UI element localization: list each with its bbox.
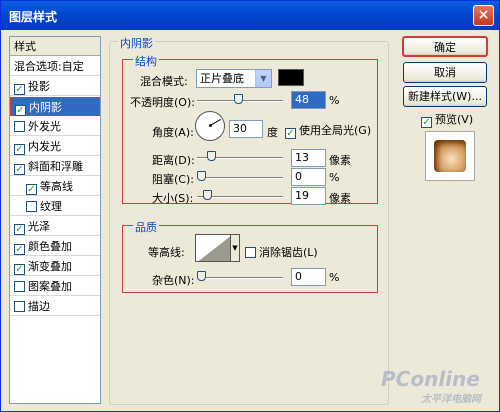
shadow-color-swatch[interactable] xyxy=(278,69,304,86)
noise-input[interactable]: 0 xyxy=(291,268,326,286)
style-item-inner-shadow[interactable]: ✓ 内阴影 xyxy=(10,97,100,116)
preview-label: 预览(V) xyxy=(435,113,474,126)
blend-mode-value: 正片叠底 xyxy=(200,72,244,85)
blend-mode-label: 混合模式: xyxy=(140,75,188,88)
choke-label: 阻塞(C): xyxy=(152,173,194,186)
styles-list: 样式 混合选项:自定 ✓ 投影 ✓ 内阴影 外发光 ✓ 内发光 ✓ 斜面和浮雕 ✓ 等高线… xyxy=(9,36,101,404)
style-item-label: 等高线 xyxy=(40,180,73,193)
angle-unit: 度 xyxy=(267,126,278,139)
ok-button[interactable]: 确定 xyxy=(402,36,488,57)
title-bar[interactable]: 图层样式 × xyxy=(1,1,499,30)
opacity-input[interactable]: 48 xyxy=(291,91,326,109)
checkbox[interactable]: ✓ xyxy=(14,144,25,155)
new-style-button[interactable]: 新建样式(W)... xyxy=(403,86,487,107)
checkbox[interactable] xyxy=(14,281,25,292)
style-item-inner-glow[interactable]: ✓ 内发光 xyxy=(10,137,100,156)
style-item-bevel-emboss[interactable]: ✓ 斜面和浮雕 xyxy=(10,157,100,176)
angle-dial[interactable] xyxy=(195,111,225,141)
size-label: 大小(S): xyxy=(152,192,194,205)
structure-legend: 结构 xyxy=(133,53,159,69)
style-item-stroke[interactable]: 描边 xyxy=(10,297,100,316)
contour-picker[interactable] xyxy=(195,234,231,262)
checkbox[interactable] xyxy=(14,121,25,132)
watermark-subtitle: 太平洋电脑网 xyxy=(421,394,481,405)
style-item-label: 描边 xyxy=(28,300,50,313)
size-input[interactable]: 19 xyxy=(291,187,326,205)
angle-input[interactable]: 30 xyxy=(229,120,263,138)
opacity-label: 不透明度(O): xyxy=(130,96,195,109)
style-item-label: 纹理 xyxy=(40,200,62,213)
cancel-button[interactable]: 取消 xyxy=(403,62,487,83)
style-item-texture[interactable]: 纹理 xyxy=(10,197,100,216)
size-unit: 像素 xyxy=(329,192,351,205)
choke-slider-track[interactable] xyxy=(197,177,283,179)
preview-checkbox-wrap[interactable]: ✓ 预览(V) xyxy=(421,111,473,128)
style-item-label: 光泽 xyxy=(28,220,50,233)
style-item-label: 外发光 xyxy=(28,120,61,133)
size-slider-thumb[interactable] xyxy=(202,190,212,200)
style-item-label: 内阴影 xyxy=(29,101,62,114)
global-light-label: 使用全局光(G) xyxy=(299,124,372,137)
distance-slider-thumb[interactable] xyxy=(207,151,216,161)
layer-style-dialog: 图层样式 × 样式 混合选项:自定 ✓ 投影 ✓ 内阴影 外发光 ✓ 内发光 ✓ 斜面和… xyxy=(0,0,500,412)
chevron-down-icon: ▼ xyxy=(255,70,271,87)
angle-label: 角度(A): xyxy=(152,126,194,139)
preview-swatch xyxy=(434,140,466,172)
style-item-label: 投影 xyxy=(28,80,50,93)
checkbox[interactable]: ✓ xyxy=(14,264,25,275)
checkbox[interactable]: ✓ xyxy=(14,84,25,95)
contour-dropdown-arrow[interactable]: ▼ xyxy=(231,234,240,262)
checkbox[interactable]: ✓ xyxy=(14,244,25,255)
noise-slider-track[interactable] xyxy=(197,277,283,279)
angle-dial-center xyxy=(209,124,212,127)
style-item-contour[interactable]: ✓ 等高线 xyxy=(10,177,100,196)
distance-input[interactable]: 13 xyxy=(291,149,326,167)
blend-mode-select[interactable]: 正片叠底 ▼ xyxy=(196,69,272,88)
checkbox[interactable]: ✓ xyxy=(14,164,25,175)
style-item-label: 颜色叠加 xyxy=(28,240,72,253)
style-item-drop-shadow[interactable]: ✓ 投影 xyxy=(10,77,100,96)
opacity-slider-thumb[interactable] xyxy=(233,94,243,104)
style-item-label: 斜面和浮雕 xyxy=(28,160,83,173)
styles-header[interactable]: 样式 xyxy=(10,37,100,56)
global-light-checkbox[interactable]: ✓ xyxy=(285,128,296,139)
style-preview-thumbnail xyxy=(425,131,475,181)
style-item-gradient-overlay[interactable]: ✓ 渐变叠加 xyxy=(10,257,100,276)
style-item-satin[interactable]: ✓ 光泽 xyxy=(10,217,100,236)
noise-percent: % xyxy=(329,271,340,284)
opacity-percent: % xyxy=(329,94,340,107)
watermark-logo: PConline xyxy=(381,367,480,391)
quality-legend: 品质 xyxy=(133,219,159,235)
panel-title: 内阴影 xyxy=(118,35,155,51)
contour-label: 等高线: xyxy=(148,246,185,259)
checkbox[interactable]: ✓ xyxy=(26,184,37,195)
blend-options-item[interactable]: 混合选项:自定 xyxy=(10,57,100,76)
distance-label: 距离(D): xyxy=(152,154,195,167)
checkbox[interactable] xyxy=(26,201,37,212)
global-light-checkbox-wrap[interactable]: ✓ 使用全局光(G) xyxy=(285,122,371,139)
contour-curve-icon xyxy=(196,235,230,261)
choke-input[interactable]: 0 xyxy=(291,168,326,186)
style-item-outer-glow[interactable]: 外发光 xyxy=(10,117,100,136)
checkbox[interactable] xyxy=(14,301,25,312)
antialias-checkbox-wrap[interactable]: 消除锯齿(L) xyxy=(245,244,318,260)
antialias-checkbox[interactable] xyxy=(245,247,256,258)
choke-slider-thumb[interactable] xyxy=(197,171,206,181)
style-item-label: 图案叠加 xyxy=(28,280,72,293)
distance-unit: 像素 xyxy=(329,154,351,167)
style-item-label: 渐变叠加 xyxy=(28,260,72,273)
window-title: 图层样式 xyxy=(9,10,58,24)
style-item-color-overlay[interactable]: ✓ 颜色叠加 xyxy=(10,237,100,256)
preview-checkbox[interactable]: ✓ xyxy=(421,117,432,128)
noise-slider-thumb[interactable] xyxy=(197,271,206,281)
choke-percent: % xyxy=(329,171,340,184)
close-button[interactable]: × xyxy=(473,5,494,26)
noise-label: 杂色(N): xyxy=(152,274,195,287)
style-item-pattern-overlay[interactable]: 图案叠加 xyxy=(10,277,100,296)
checkbox[interactable]: ✓ xyxy=(14,224,25,235)
checkbox[interactable]: ✓ xyxy=(15,105,26,116)
antialias-label: 消除锯齿(L) xyxy=(259,246,318,259)
style-item-label: 内发光 xyxy=(28,140,61,153)
